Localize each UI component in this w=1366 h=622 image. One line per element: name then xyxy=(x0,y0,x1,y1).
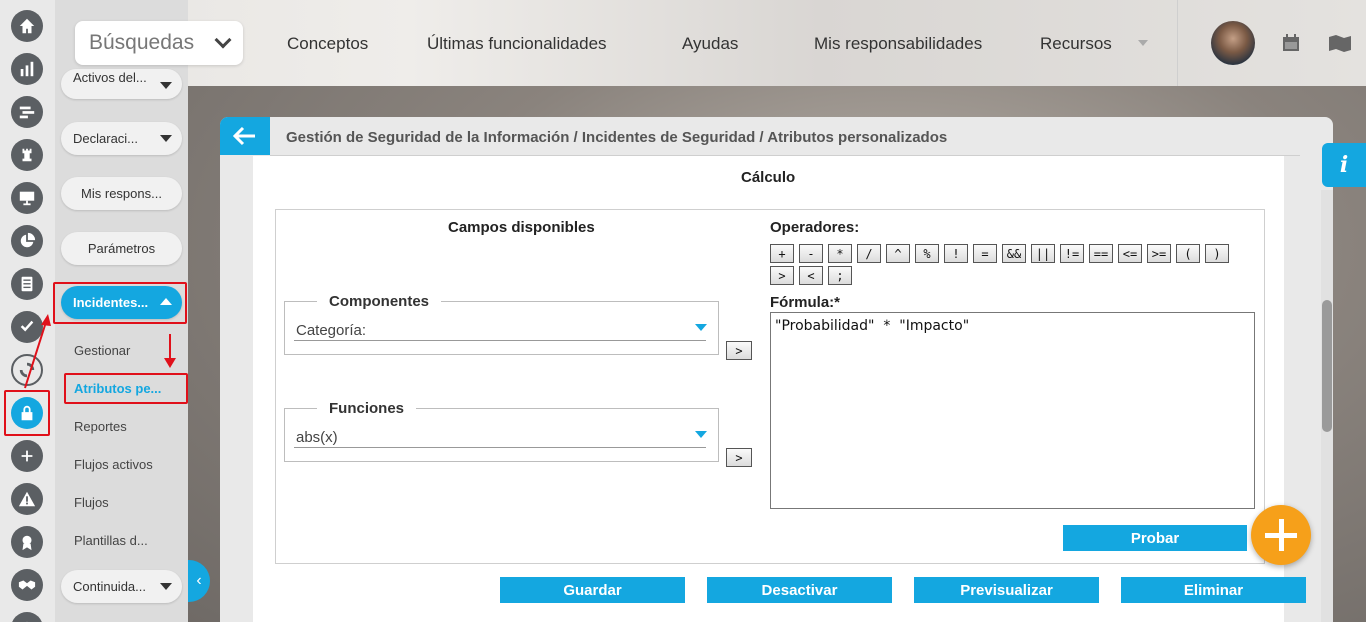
chevron-down-icon xyxy=(160,583,172,590)
handshake-icon[interactable] xyxy=(11,569,43,601)
icon-rail xyxy=(0,0,55,622)
probar-button[interactable]: Probar xyxy=(1063,525,1247,551)
operator-button[interactable]: <= xyxy=(1118,244,1142,263)
nav-mis-responsabilidades[interactable]: Mis responsabilidades xyxy=(814,34,982,54)
chevron-down-icon[interactable] xyxy=(1138,40,1148,46)
operator-button[interactable]: ^ xyxy=(886,244,910,263)
eliminar-button[interactable]: Eliminar xyxy=(1121,577,1306,603)
operators-label: Operadores: xyxy=(770,219,860,236)
presentation-icon[interactable] xyxy=(11,182,43,214)
operator-button[interactable]: > xyxy=(770,266,794,285)
graduation-icon[interactable] xyxy=(11,612,43,622)
add-fab-button[interactable] xyxy=(1251,505,1311,565)
scrollbar-thumb[interactable] xyxy=(1322,300,1332,432)
formula-textarea[interactable]: "Probabilidad" * "Impacto" xyxy=(770,312,1255,509)
calendar-icon[interactable] xyxy=(1281,33,1301,53)
operator-button[interactable]: != xyxy=(1060,244,1084,263)
desactivar-button[interactable]: Desactivar xyxy=(707,577,892,603)
previsualizar-button[interactable]: Previsualizar xyxy=(914,577,1099,603)
operator-button[interactable]: || xyxy=(1031,244,1055,263)
operator-button[interactable]: && xyxy=(1002,244,1026,263)
breadcrumb: Gestión de Seguridad de la Información /… xyxy=(286,129,948,146)
chevron-down-icon xyxy=(160,82,172,89)
sidebar-pill-parametros[interactable]: Parámetros xyxy=(61,232,182,265)
gantt-icon[interactable] xyxy=(11,96,43,128)
cycle-icon[interactable] xyxy=(11,354,43,386)
sidebar-pill-mis-respons[interactable]: Mis respons... xyxy=(61,177,182,210)
highlight-box-incidentes xyxy=(53,282,187,324)
componentes-value: Categoría: xyxy=(296,322,367,339)
funciones-value: abs(x) xyxy=(296,429,338,446)
sidebar-pill-label: Activos del... xyxy=(73,69,147,85)
operator-button[interactable]: - xyxy=(799,244,823,263)
chevron-down-icon xyxy=(160,135,172,142)
nav-ultimas-funcionalidades[interactable]: Últimas funcionalidades xyxy=(427,34,607,54)
guardar-button[interactable]: Guardar xyxy=(500,577,685,603)
nav-ayudas[interactable]: Ayudas xyxy=(682,34,738,54)
componentes-legend: Componentes xyxy=(317,293,442,310)
check-icon[interactable] xyxy=(11,311,43,343)
select-underline xyxy=(294,340,706,341)
divider xyxy=(1177,0,1178,86)
pie-chart-icon[interactable] xyxy=(11,225,43,257)
operator-button[interactable]: / xyxy=(857,244,881,263)
search-dropdown[interactable]: Búsquedas xyxy=(75,21,243,65)
operator-button[interactable]: >= xyxy=(1147,244,1171,263)
home-icon[interactable] xyxy=(11,10,43,42)
arrow-left-icon xyxy=(233,126,255,146)
nav-recursos[interactable]: Recursos xyxy=(1040,34,1112,54)
nav-conceptos[interactable]: Conceptos xyxy=(287,34,368,54)
operator-button[interactable]: + xyxy=(770,244,794,263)
sidebar-pill-declaraciones[interactable]: Declaraci... xyxy=(61,122,182,155)
operator-button[interactable]: * xyxy=(828,244,852,263)
operator-button[interactable]: == xyxy=(1089,244,1113,263)
sidebar-link-plantillas[interactable]: Plantillas d... xyxy=(74,533,148,548)
avatar[interactable] xyxy=(1211,21,1255,65)
chess-rook-icon[interactable] xyxy=(11,139,43,171)
page-title: Cálculo xyxy=(741,169,796,186)
sidebar-link-gestionar[interactable]: Gestionar xyxy=(74,343,130,358)
sidebar-pill-label: Declaraci... xyxy=(73,131,139,146)
operator-button[interactable]: ) xyxy=(1205,244,1229,263)
fields-header: Campos disponibles xyxy=(448,219,595,236)
sidebar-pill-label: Mis respons... xyxy=(81,186,162,201)
sidebar-pill-label: Continuida... xyxy=(73,579,146,594)
back-button[interactable] xyxy=(220,117,270,155)
highlight-box-rail xyxy=(4,390,50,436)
operator-button[interactable]: % xyxy=(915,244,939,263)
dropdown-arrow-icon xyxy=(695,431,707,438)
plus-square-icon[interactable] xyxy=(11,440,43,472)
award-icon[interactable] xyxy=(11,526,43,558)
highlight-box-atributos xyxy=(64,373,188,404)
chevron-down-icon xyxy=(214,31,232,49)
operator-button[interactable]: ( xyxy=(1176,244,1200,263)
operator-button[interactable]: = xyxy=(973,244,997,263)
search-label: Búsquedas xyxy=(89,31,195,54)
sidebar-link-reportes[interactable]: Reportes xyxy=(74,419,127,434)
info-icon: i xyxy=(1339,152,1349,178)
operator-button[interactable]: ; xyxy=(828,266,852,285)
chevron-left-icon: ‹ xyxy=(196,572,202,589)
map-icon[interactable] xyxy=(1328,33,1352,53)
sidebar-pill-label: Parámetros xyxy=(87,241,156,256)
bar-chart-icon[interactable] xyxy=(11,53,43,85)
operator-button[interactable]: ! xyxy=(944,244,968,263)
warning-icon[interactable] xyxy=(11,483,43,515)
document-icon[interactable] xyxy=(11,268,43,300)
sidebar-link-flujos[interactable]: Flujos xyxy=(74,495,109,510)
info-button[interactable]: i xyxy=(1322,143,1366,187)
sidebar-link-flujos-activos[interactable]: Flujos activos xyxy=(74,457,153,472)
funciones-legend: Funciones xyxy=(317,400,417,417)
add-funcion-button[interactable]: > xyxy=(726,448,752,467)
sidebar-pill-continuidad[interactable]: Continuida... xyxy=(61,570,182,603)
dropdown-arrow-icon xyxy=(695,324,707,331)
select-underline xyxy=(294,447,706,448)
sidebar-pill-activos[interactable]: Activos del... xyxy=(61,69,182,99)
formula-label: Fórmula:* xyxy=(770,294,841,311)
operator-button[interactable]: < xyxy=(799,266,823,285)
add-componente-button[interactable]: > xyxy=(726,341,752,360)
